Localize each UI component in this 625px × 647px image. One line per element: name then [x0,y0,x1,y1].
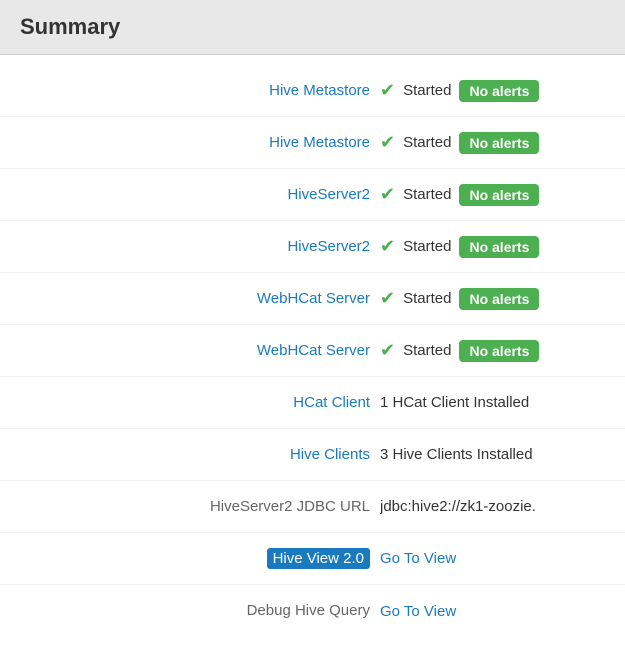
status-check-icon: ✔ [380,340,395,361]
no-alerts-badge: No alerts [459,184,539,206]
link-webhcat-server-2[interactable]: WebHCat Server [257,342,370,359]
row-value-col: ✔ Started No alerts [380,184,539,206]
table-row: HiveServer2 JDBC URL jdbc:hive2://zk1-zoo… [0,481,625,533]
no-alerts-badge: No alerts [459,236,539,258]
go-to-view-link-hive-view-2[interactable]: Go To View [380,550,456,567]
status-check-icon: ✔ [380,288,395,309]
started-text-hiveserver2-1: Started [403,186,451,203]
started-text-webhcat-server-2: Started [403,342,451,359]
page-title: Summary [20,14,605,40]
highlighted-label-hive-view-2: Hive View 2.0 [267,548,370,569]
table-row: Hive Metastore ✔ Started No alerts [0,117,625,169]
content: Hive Metastore✔StartedNo alertsHive Meta… [0,55,625,647]
page-container: Summary Hive Metastore✔StartedNo alertsH… [0,0,625,647]
started-text-hiveserver2-2: Started [403,238,451,255]
link-hive-metastore-1[interactable]: Hive Metastore [269,82,370,99]
link-hiveserver2-1[interactable]: HiveServer2 [287,186,370,203]
link-webhcat-server-1[interactable]: WebHCat Server [257,290,370,307]
row-value-col: jdbc:hive2://zk1-zoozie. [380,498,536,515]
table-row: WebHCat Server ✔ Started No alerts [0,273,625,325]
status-check-icon: ✔ [380,132,395,153]
no-alerts-badge: No alerts [459,288,539,310]
no-alerts-badge: No alerts [459,340,539,362]
row-label-col: WebHCat Server [20,290,380,308]
row-value-col: 3 Hive Clients Installed [380,446,533,463]
row-label-col: Hive Clients [20,446,380,464]
row-label-col: HiveServer2 JDBC URL [20,498,380,516]
status-text-hive-clients: 3 Hive Clients Installed [380,446,533,463]
row-value-col: Go To View [380,603,456,620]
started-text-webhcat-server-1: Started [403,290,451,307]
status-check-icon: ✔ [380,80,395,101]
plain-label-hiveserver2-jdbc-url: HiveServer2 JDBC URL [210,498,370,515]
table-row: Hive Metastore ✔ Started No alerts [0,65,625,117]
link-hcat-client[interactable]: HCat Client [293,394,370,411]
no-alerts-badge: No alerts [459,132,539,154]
started-text-hive-metastore-2: Started [403,134,451,151]
row-value-col: ✔ Started No alerts [380,340,539,362]
row-label-col: HiveServer2 [20,238,380,256]
status-check-icon: ✔ [380,184,395,205]
plain-label-debug-hive-query: Debug Hive Query [247,602,370,619]
row-label-col: HiveServer2 [20,186,380,204]
no-alerts-badge: No alerts [459,80,539,102]
table-row: HCat Client 1 HCat Client Installed [0,377,625,429]
status-text-hcat-client: 1 HCat Client Installed [380,394,529,411]
row-value-col: ✔ Started No alerts [380,80,539,102]
header: Summary [0,0,625,55]
status-check-icon: ✔ [380,236,395,257]
status-text-hiveserver2-jdbc-url: jdbc:hive2://zk1-zoozie. [380,498,536,515]
table-row: Hive View 2.0 Go To View [0,533,625,585]
row-label-col: Hive View 2.0 [20,550,380,568]
row-label-col: WebHCat Server [20,342,380,360]
table-row: HiveServer2 ✔ Started No alerts [0,169,625,221]
row-value-col: ✔ Started No alerts [380,236,539,258]
table-row: Hive Clients 3 Hive Clients Installed [0,429,625,481]
link-hiveserver2-2[interactable]: HiveServer2 [287,238,370,255]
table-row: Debug Hive Query Go To View [0,585,625,637]
link-hive-clients[interactable]: Hive Clients [290,446,370,463]
row-value-col: Go To View [380,550,456,567]
row-label-col: Hive Metastore [20,134,380,152]
row-label-col: HCat Client [20,394,380,412]
table-row: WebHCat Server ✔ Started No alerts [0,325,625,377]
started-text-hive-metastore-1: Started [403,82,451,99]
row-value-col: 1 HCat Client Installed [380,394,529,411]
row-label-col: Debug Hive Query [20,602,380,620]
go-to-view-link-debug-hive-query[interactable]: Go To View [380,603,456,620]
link-hive-metastore-2[interactable]: Hive Metastore [269,134,370,151]
table-row: HiveServer2 ✔ Started No alerts [0,221,625,273]
row-value-col: ✔ Started No alerts [380,132,539,154]
row-value-col: ✔ Started No alerts [380,288,539,310]
row-label-col: Hive Metastore [20,82,380,100]
